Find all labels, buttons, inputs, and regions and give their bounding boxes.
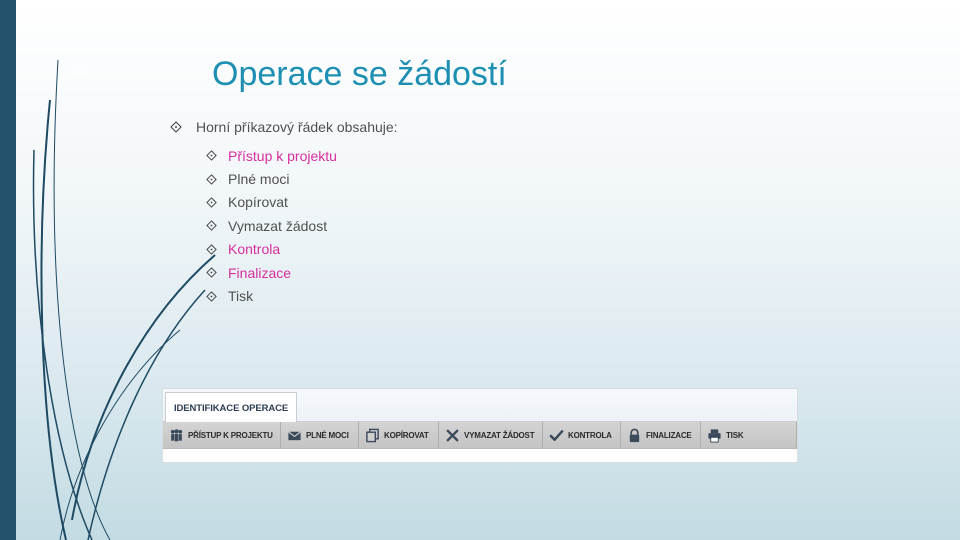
sub-bullet-text: Finalizace — [228, 264, 292, 281]
sub-bullet-text: Tisk — [228, 288, 254, 305]
people-icon — [169, 428, 188, 443]
toolbar-button-label: TISK — [726, 430, 744, 440]
diamond-bullet-icon — [170, 121, 182, 133]
diamond-bullet-icon — [206, 243, 217, 255]
bullet-item-main: Horní příkazový řádek obsahuje: Přístup … — [170, 116, 398, 308]
toolbar-button[interactable]: FINALIZACE — [621, 422, 701, 448]
checkmark-icon — [549, 428, 568, 443]
toolbar-button[interactable]: TISK — [701, 422, 797, 448]
sub-bullet-item: Přístup k projektu — [206, 144, 398, 167]
slide-title: Operace se žádostí — [212, 55, 507, 93]
toolbar-button-label: FINALIZACE — [646, 430, 692, 440]
sub-bullet-item: Kopírovat — [206, 191, 398, 214]
sub-bullet-text: Přístup k projektu — [228, 147, 337, 164]
toolbar-button[interactable]: VYMAZAT ŽÁDOST — [439, 422, 543, 448]
sub-bullet-item: Plné moci — [206, 167, 398, 190]
toolbar-button-label: PLNÉ MOCI — [306, 430, 349, 440]
sub-bullet-item: Tisk — [206, 284, 398, 307]
diamond-bullet-icon — [206, 290, 217, 302]
sub-bullet-item: Kontrola — [206, 238, 398, 261]
toolbar-button[interactable]: KONTROLA — [543, 422, 621, 448]
toolbar-button[interactable]: PLNÉ MOCI — [281, 422, 359, 448]
diamond-bullet-icon — [206, 150, 217, 161]
left-accent-bar — [0, 0, 16, 540]
bullet-list: Horní příkazový řádek obsahuje: Přístup … — [170, 116, 398, 308]
printer-icon — [707, 428, 726, 443]
slide-number: 74 — [70, 64, 86, 80]
sub-bullet-text: Kontrola — [228, 241, 281, 258]
sub-bullet-item: Vymazat žádost — [206, 214, 398, 237]
sub-bullet-list: Přístup k projektu Plné moci Kopírovat Vyma… — [170, 144, 398, 308]
sub-bullet-text: Vymazat žádost — [228, 217, 328, 234]
copy-icon — [365, 428, 384, 443]
lock-icon — [627, 428, 646, 443]
toolbar-button[interactable]: PŘÍSTUP K PROJEKTU — [163, 422, 281, 448]
diamond-bullet-icon — [206, 220, 217, 232]
delete-x-icon — [445, 428, 464, 443]
diamond-bullet-icon — [206, 267, 217, 278]
toolbar-screenshot: IDENTIFIKACE OPERACE PŘÍSTUP K PROJEKTU P… — [162, 388, 798, 463]
toolbar-button-label: VYMAZAT ŽÁDOST — [464, 430, 535, 440]
tab-identifikace-operace[interactable]: IDENTIFIKACE OPERACE — [165, 392, 298, 422]
toolbar-button-label: KONTROLA — [568, 430, 612, 440]
toolbar-button-label: PŘÍSTUP K PROJEKTU — [188, 430, 273, 440]
diamond-bullet-icon — [206, 173, 217, 185]
envelope-icon — [287, 428, 306, 443]
sub-bullet-text: Plné moci — [228, 171, 290, 188]
command-bar: PŘÍSTUP K PROJEKTU PLNÉ MOCI KOPÍROVAT VYMA… — [163, 422, 797, 449]
toolbar-button[interactable]: KOPÍROVAT — [359, 422, 439, 448]
sub-bullet-item: Finalizace — [206, 261, 398, 284]
bullet-main-text: Horní příkazový řádek obsahuje: — [196, 119, 398, 135]
diamond-bullet-icon — [206, 197, 217, 208]
toolbar-button-label: KOPÍROVAT — [384, 430, 429, 440]
sub-bullet-text: Kopírovat — [228, 194, 288, 211]
tab-strip: IDENTIFIKACE OPERACE — [163, 389, 797, 422]
